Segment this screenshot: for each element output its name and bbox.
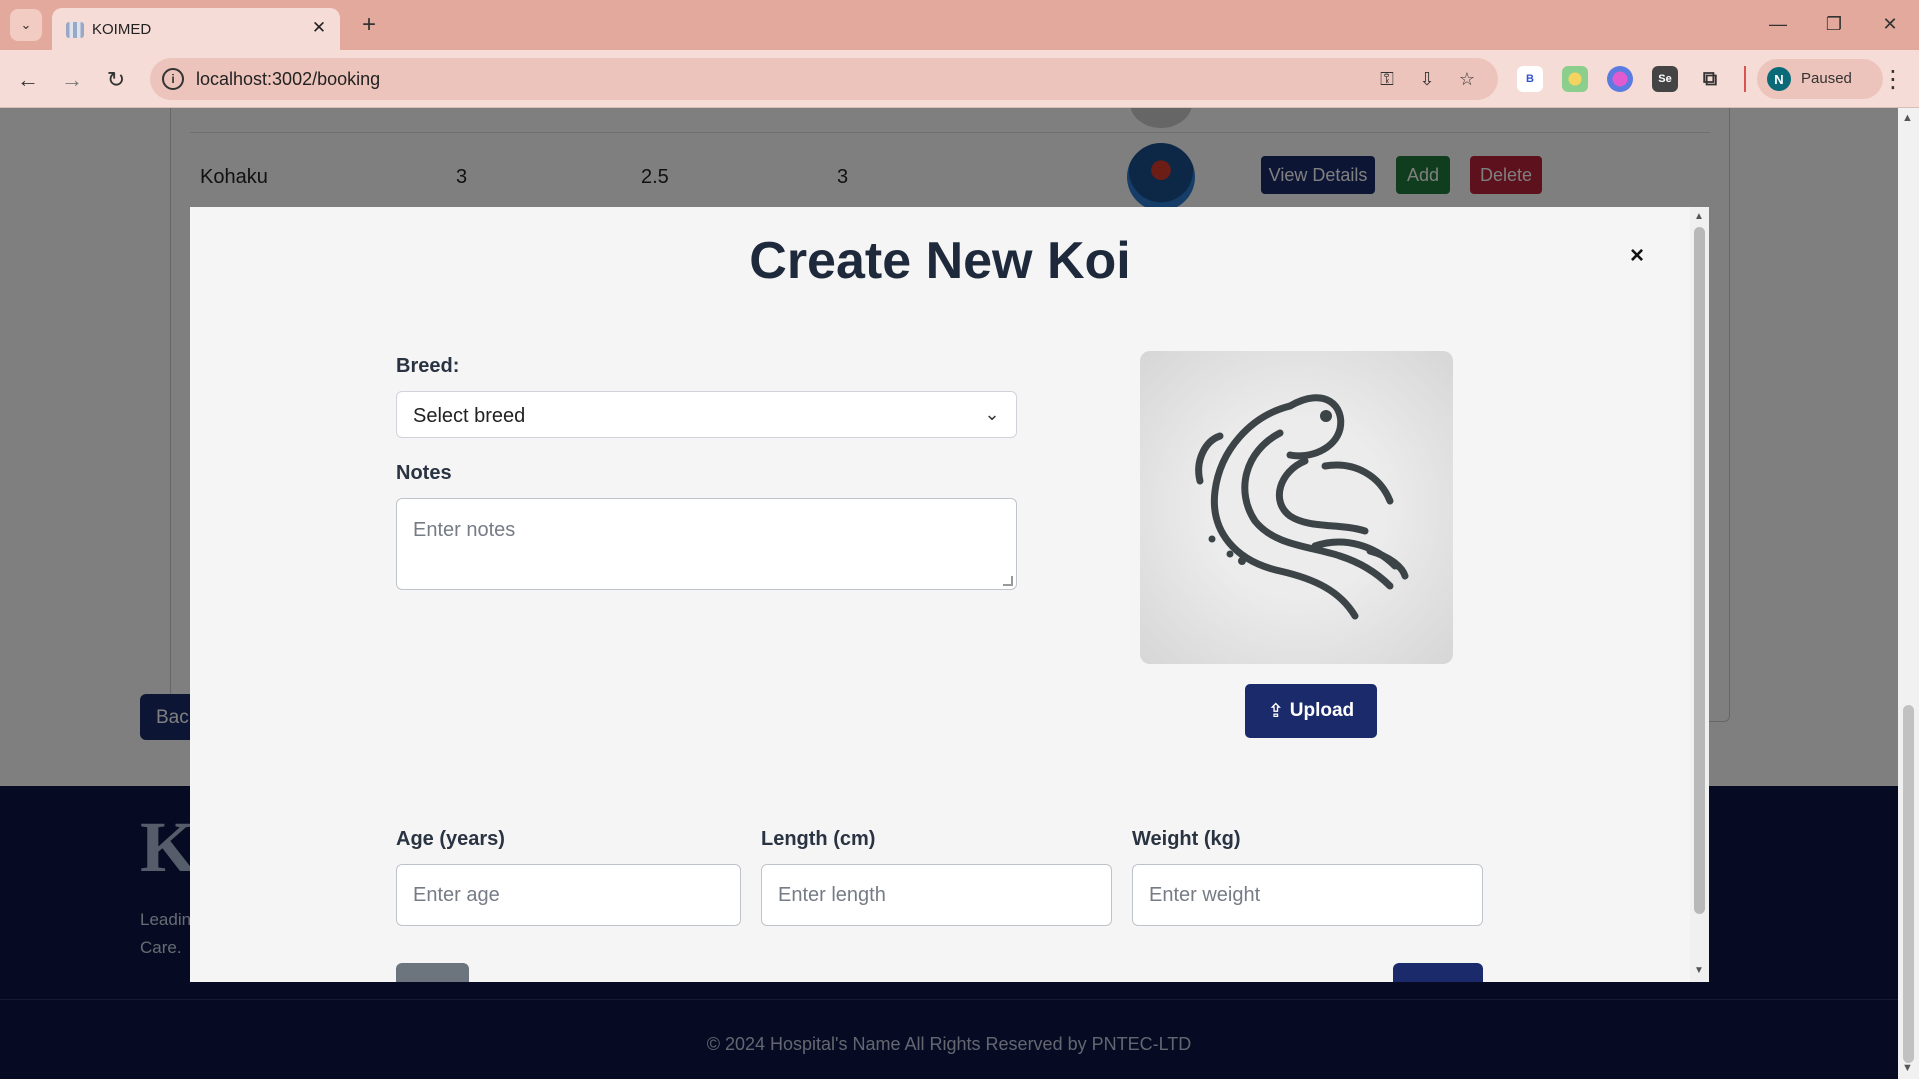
resize-handle-icon[interactable] [1003,576,1013,586]
site-info-icon[interactable]: i [162,68,184,90]
modal-title: Create New Koi [749,232,1131,290]
modal-save-button[interactable] [1393,963,1483,982]
weight-label: Weight (kg) [1132,828,1241,850]
url-text[interactable]: localhost:3002/booking [196,69,380,90]
breed-select-value: Select breed [413,405,526,427]
notes-textarea[interactable]: Enter notes [396,498,1017,590]
address-bar[interactable]: i localhost:3002/booking ⚿ ⇩ ☆ [150,58,1498,100]
toolbar-divider [1744,66,1746,92]
tab-search-button[interactable]: ⌄ [10,9,42,41]
reload-icon[interactable]: ↻ [100,64,132,96]
modal-scrollbar[interactable]: ▲ ▼ [1690,207,1709,982]
browser-menu-icon[interactable]: ⋮ [1880,64,1906,94]
age-label: Age (years) [396,828,505,850]
koi-image-preview [1140,351,1453,664]
page-scrollbar-thumb[interactable] [1903,705,1914,1063]
minimize-button[interactable]: — [1758,10,1798,38]
new-tab-button[interactable]: + [354,10,384,40]
breed-select[interactable]: Select breed ⌄ [396,391,1017,438]
extensions-puzzle-icon[interactable]: ⧉ [1697,66,1723,92]
create-koi-modal: Create New Koi × Breed: Select breed ⌄ N… [190,207,1709,982]
age-placeholder: Enter age [413,884,500,906]
modal-scroll-down-icon[interactable]: ▼ [1694,965,1704,976]
password-key-icon[interactable]: ⚿ [1374,66,1400,92]
modal-scrollbar-thumb[interactable] [1694,227,1705,914]
chevron-down-icon: ⌄ [984,403,1000,424]
age-input[interactable]: Enter age [396,864,741,926]
weight-placeholder: Enter weight [1149,884,1261,906]
browser-tab-bar: ⌄ KOIMED ✕ + — ❐ ✕ [0,0,1919,50]
scroll-down-icon[interactable]: ▼ [1902,1062,1913,1074]
weight-input[interactable]: Enter weight [1132,864,1483,926]
bookmark-star-icon[interactable]: ☆ [1454,66,1480,92]
tab-favicon-icon [66,22,84,38]
notes-label: Notes [396,462,452,484]
browser-tab[interactable]: KOIMED ✕ [52,8,340,50]
extension-brain-icon[interactable] [1607,66,1633,92]
extension-b-icon[interactable]: B [1517,66,1543,92]
length-input[interactable]: Enter length [761,864,1112,926]
back-icon[interactable]: ← [12,64,44,96]
profile-button[interactable]: N Paused [1757,59,1883,99]
page-scrollbar[interactable]: ▲ ▼ [1898,108,1919,1079]
length-label: Length (cm) [761,828,876,850]
length-placeholder: Enter length [778,884,886,906]
profile-status: Paused [1801,70,1852,87]
scroll-up-icon[interactable]: ▲ [1902,112,1913,124]
upload-label: Upload [1289,700,1355,721]
tab-title: KOIMED [92,21,152,38]
upload-button[interactable]: ⇪ Upload [1245,684,1377,738]
breed-label: Breed: [396,355,460,377]
close-window-button[interactable]: ✕ [1870,10,1910,38]
koi-fish-icon [1195,394,1409,620]
notes-placeholder: Enter notes [413,519,516,541]
modal-back-button[interactable] [396,963,469,982]
extension-color-icon[interactable] [1562,66,1588,92]
forward-icon[interactable]: → [56,64,88,96]
modal-scroll-up-icon[interactable]: ▲ [1694,211,1704,222]
install-app-icon[interactable]: ⇩ [1414,66,1440,92]
upload-icon: ⇪ [1267,700,1284,722]
extension-se-icon[interactable]: Se [1652,66,1678,92]
tab-close-icon[interactable]: ✕ [308,17,330,39]
close-icon[interactable]: × [1622,241,1652,271]
avatar: N [1767,67,1791,91]
restore-button[interactable]: ❐ [1814,10,1854,38]
